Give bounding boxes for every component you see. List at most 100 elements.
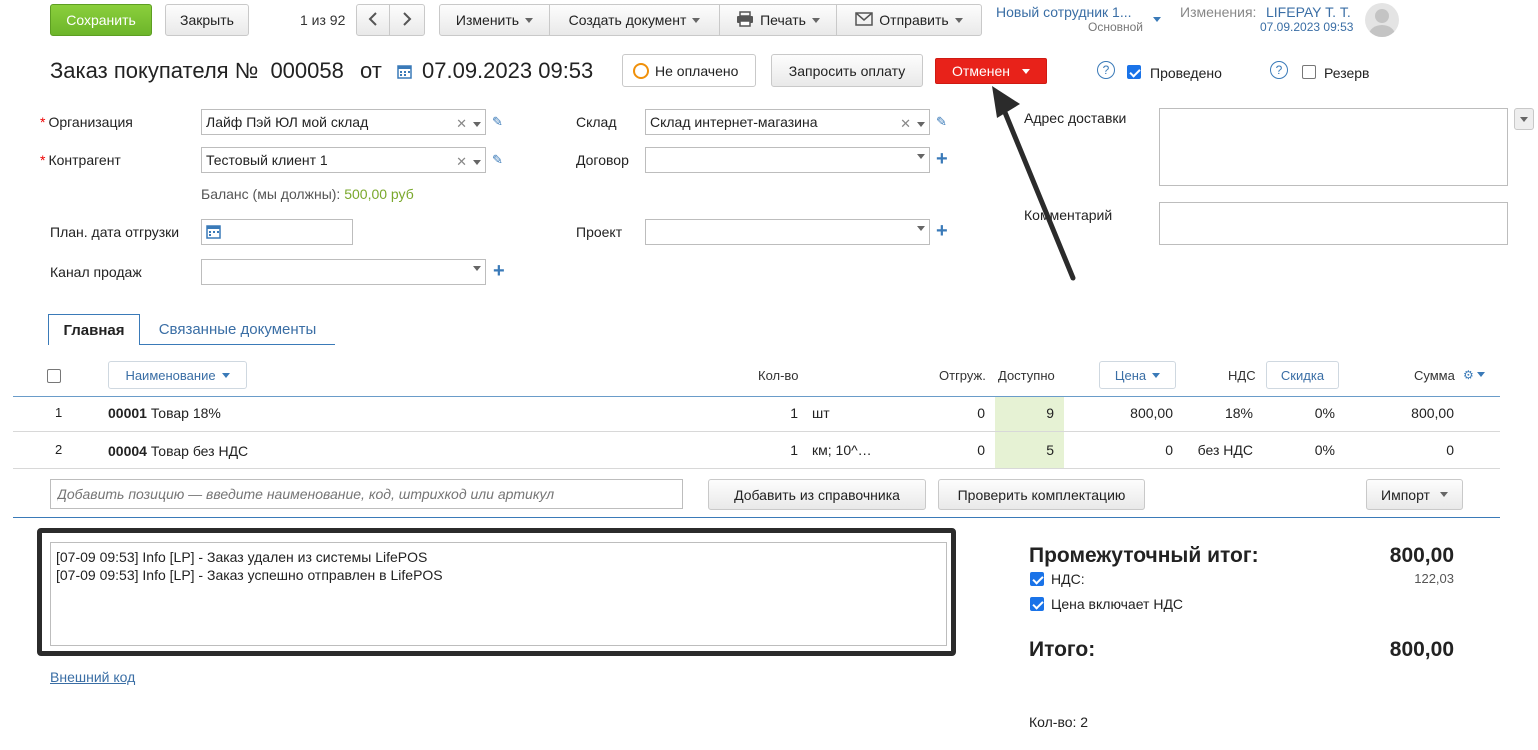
- row-unit: км; 10^…: [812, 442, 872, 458]
- help-icon[interactable]: ?: [1097, 61, 1115, 79]
- check-kit-button[interactable]: Проверить комплектацию: [938, 479, 1145, 510]
- row-discount[interactable]: 0%: [1280, 405, 1335, 421]
- clear-icon[interactable]: ✕: [456, 116, 467, 132]
- dropdown-arrow-icon: [954, 17, 963, 23]
- row-vat[interactable]: 18%: [1190, 405, 1253, 421]
- calendar-icon[interactable]: [397, 63, 412, 82]
- external-code-link[interactable]: Внешний код: [50, 669, 135, 685]
- address-textarea[interactable]: [1159, 108, 1508, 186]
- name-column-button[interactable]: Наименование: [108, 361, 247, 389]
- pencil-icon[interactable]: ✎: [492, 114, 506, 129]
- dropdown-arrow-icon[interactable]: [473, 159, 481, 165]
- row-available: 5: [1046, 442, 1054, 458]
- select-all-checkbox[interactable]: [47, 369, 61, 383]
- from-text: от: [359, 58, 382, 83]
- help-icon[interactable]: ?: [1270, 61, 1288, 79]
- add-icon[interactable]: +: [936, 221, 948, 241]
- ship-date-field[interactable]: [201, 219, 353, 245]
- dropdown-arrow-icon: [1439, 492, 1448, 497]
- import-button[interactable]: Импорт: [1366, 479, 1463, 510]
- chevron-right-icon: [402, 11, 412, 29]
- send-button[interactable]: Отправить: [836, 4, 982, 36]
- save-button[interactable]: Сохранить: [50, 4, 152, 36]
- dropdown-arrow-icon[interactable]: [917, 154, 925, 159]
- tab-related-docs[interactable]: Связанные документы: [140, 314, 335, 345]
- employee-sub: Основной: [1088, 20, 1144, 34]
- payment-status-button[interactable]: Не оплачено: [622, 54, 756, 87]
- add-position-input[interactable]: [50, 479, 683, 509]
- row-vat[interactable]: без НДС: [1190, 442, 1253, 458]
- address-expand-button[interactable]: [1514, 108, 1534, 130]
- balance-value: 500,00 руб: [344, 186, 414, 202]
- dropdown-arrow-icon[interactable]: [917, 121, 925, 127]
- request-payment-label: Запросить оплату: [788, 62, 906, 79]
- edit-menu-button[interactable]: Изменить: [439, 4, 550, 36]
- row-qty[interactable]: 1: [760, 405, 798, 421]
- chevron-down-icon[interactable]: [1477, 372, 1485, 377]
- envelope-icon: [855, 11, 874, 29]
- add-from-catalog-button[interactable]: Добавить из справочника: [708, 479, 926, 510]
- order-date[interactable]: 07.09.2023 09:53: [422, 58, 593, 84]
- printer-icon: [736, 10, 754, 30]
- warehouse-value: Склад интернет-магазина: [650, 114, 818, 130]
- dropdown-arrow-icon[interactable]: [473, 266, 481, 271]
- print-button[interactable]: Печать: [719, 4, 837, 36]
- pencil-icon[interactable]: ✎: [936, 114, 950, 129]
- posted-label: Проведено: [1150, 65, 1222, 81]
- contract-field[interactable]: [645, 147, 930, 173]
- comment-textarea[interactable]: [1159, 202, 1508, 245]
- chevron-down-icon: [1152, 372, 1161, 378]
- changes-label: Изменения:: [1180, 4, 1257, 20]
- row-shipped: 0: [977, 442, 985, 458]
- clear-icon[interactable]: ✕: [900, 116, 911, 132]
- chevron-down-icon[interactable]: [1153, 17, 1161, 22]
- tab-main[interactable]: Главная: [48, 314, 140, 345]
- posted-checkbox[interactable]: [1127, 65, 1141, 79]
- close-button[interactable]: Закрыть: [165, 4, 249, 36]
- row-price[interactable]: 0: [1090, 442, 1173, 458]
- changes-user[interactable]: LIFEPAY Т. Т.: [1266, 4, 1351, 20]
- vat-checkbox[interactable]: [1030, 572, 1044, 586]
- row-qty[interactable]: 1: [760, 442, 798, 458]
- clear-icon[interactable]: ✕: [456, 154, 467, 170]
- employee-selector[interactable]: Новый сотрудник 1...: [996, 4, 1132, 20]
- settings-gear-icon[interactable]: ⚙: [1463, 368, 1474, 382]
- create-document-button[interactable]: Создать документ: [549, 4, 720, 36]
- next-button[interactable]: [389, 4, 425, 36]
- total-value: 800,00: [1389, 638, 1454, 661]
- pencil-icon[interactable]: ✎: [492, 152, 506, 167]
- add-icon[interactable]: +: [936, 149, 948, 169]
- col-price-label: Цена: [1114, 367, 1147, 383]
- discount-column-button[interactable]: Скидка: [1266, 361, 1339, 389]
- add-icon[interactable]: +: [493, 261, 505, 281]
- row-price[interactable]: 800,00: [1090, 405, 1173, 421]
- warehouse-field[interactable]: Склад интернет-магазина ✕: [645, 109, 930, 135]
- channel-field[interactable]: [201, 259, 486, 285]
- reserve-checkbox[interactable]: [1302, 65, 1316, 79]
- request-payment-button[interactable]: Запросить оплату: [771, 54, 923, 87]
- avatar[interactable]: [1365, 3, 1399, 37]
- log-textarea[interactable]: [07-09 09:53] Info [LP] - Заказ удален и…: [50, 542, 947, 646]
- item-name: Товар 18%: [150, 405, 221, 421]
- item-code: 00004: [108, 443, 147, 459]
- price-column-button[interactable]: Цена: [1099, 361, 1176, 389]
- col-qty: Кол-во: [758, 368, 799, 383]
- changes-date: 07.09.2023 09:53: [1260, 20, 1354, 34]
- prev-button[interactable]: [356, 4, 390, 36]
- dropdown-arrow-icon[interactable]: [473, 121, 481, 127]
- order-number[interactable]: 000058: [270, 58, 343, 83]
- row-discount[interactable]: 0%: [1280, 442, 1335, 458]
- dropdown-arrow-icon[interactable]: [917, 226, 925, 231]
- project-field[interactable]: [645, 219, 930, 245]
- calendar-icon[interactable]: [206, 225, 221, 242]
- contractor-field[interactable]: Тестовый клиент 1 ✕: [201, 147, 486, 173]
- balance-label: Баланс (мы должны):: [201, 186, 341, 202]
- channel-label: Канал продаж: [50, 264, 142, 280]
- row-item[interactable]: 00004 Товар без НДС: [108, 443, 248, 459]
- row-item[interactable]: 00001 Товар 18%: [108, 405, 221, 421]
- col-available: Доступно: [998, 368, 1055, 383]
- col-vat: НДС: [1228, 368, 1256, 383]
- chevron-down-icon: [221, 372, 230, 378]
- org-field[interactable]: Лайф Пэй ЮЛ мой склад ✕: [201, 109, 486, 135]
- price-includes-vat-checkbox[interactable]: [1030, 597, 1044, 611]
